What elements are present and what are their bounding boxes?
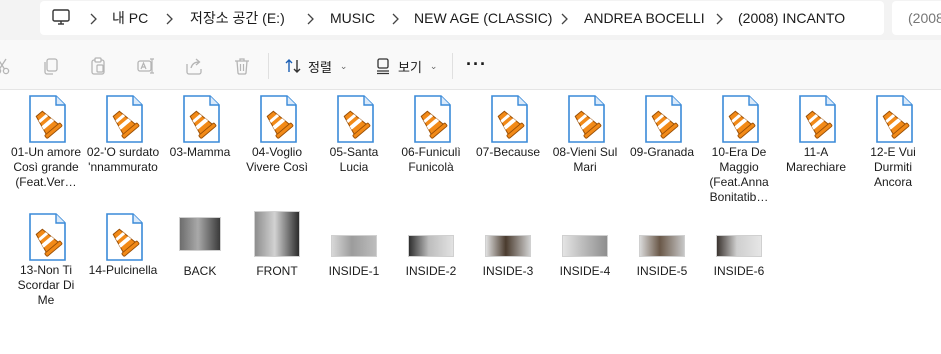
file-name-label: 14-Pulcinella [88,263,158,277]
vlc-audio-file-icon [567,95,605,143]
toolbar-divider [268,53,269,79]
image-thumbnail [408,235,454,257]
chevron-down-icon: ⌄ [429,60,438,71]
chevron-down-icon: ⌄ [339,60,348,71]
address-bar-row: 내 PC 저장소 공간 (E:) MUSIC NEW AGE (CLASSIC)… [0,0,941,40]
file-name-label: 13-Non Ti Scordar Di Me [17,263,75,307]
file-name-label: 12-E Vui Durmiti Ancora [870,145,916,189]
vlc-audio-file-icon [721,95,759,143]
file-name-label: 05-Santa Lucia [329,145,379,174]
vlc-audio-file-icon [28,213,66,261]
file-name-label: INSIDE-6 [713,264,765,278]
chevron-right-icon[interactable] [714,12,724,25]
file-name-label: 02-'O surdato 'nnammurato [86,145,160,174]
vlc-audio-file-icon [28,95,66,143]
file-grid: 01-Un amore Così grande (Feat.Ver… 02-'O… [0,91,941,354]
vlc-audio-file-icon [490,95,528,143]
file-name-label: 08-Vieni Sul Mari [552,145,618,174]
file-name-label: 06-Funiculì Funicolà [401,145,461,174]
vlc-audio-file-icon [182,95,220,143]
chevron-right-icon[interactable] [305,12,315,25]
image-thumbnail [562,235,608,257]
file-name-label: 04-Voglio Vivere Così [246,145,308,174]
file-name-label: 10-Era De Maggio (Feat.Anna Bonitatib… [709,145,769,204]
sort-button[interactable]: 정렬 ⌄ [284,51,347,81]
command-bar: 정렬 ⌄ 보기 ⌄ ··· [0,40,941,90]
file-name-label: 03-Mamma [169,145,231,159]
file-name-label: FRONT [256,264,298,278]
file-name-label: INSIDE-3 [482,264,534,278]
vlc-audio-file-icon [875,95,913,143]
share-icon[interactable] [184,56,204,76]
view-icon [374,57,392,75]
breadcrumb-incanto-2008[interactable]: (2008) INCANTO [738,10,845,26]
vlc-audio-file-icon [105,95,143,143]
breadcrumb-new-age-classic[interactable]: NEW AGE (CLASSIC) [414,10,552,26]
image-thumbnail [254,211,300,257]
rename-icon[interactable] [136,56,156,76]
chevron-right-icon[interactable] [88,12,98,25]
file-name-label: INSIDE-4 [559,264,611,278]
breadcrumb-andrea-bocelli[interactable]: ANDREA BOCELLI [584,10,705,26]
file-name-label: INSIDE-5 [636,264,688,278]
file-name-label: BACK [183,264,217,278]
file-name-label: 09-Granada [629,145,695,159]
view-button[interactable]: 보기 ⌄ [374,51,437,81]
file-name-label: 07-Because [475,145,541,159]
chevron-right-icon[interactable] [390,12,400,25]
sort-arrows-icon [284,57,302,75]
vlc-audio-file-icon [105,213,143,261]
image-thumbnail [331,235,377,257]
file-name-label: INSIDE-2 [405,264,457,278]
chevron-right-icon[interactable] [559,12,569,25]
paste-icon[interactable] [88,56,108,76]
copy-icon[interactable] [40,56,60,76]
image-thumbnail [639,235,685,257]
breadcrumb-storage-drive[interactable]: 저장소 공간 (E:) [190,10,285,26]
vlc-audio-file-icon [644,95,682,143]
file-name-label: 01-Un amore Così grande (Feat.Ver… [10,145,82,189]
vlc-audio-file-icon [798,95,836,143]
image-thumbnail [179,217,221,251]
image-thumbnail [485,235,531,257]
trash-icon[interactable] [232,56,252,76]
more-options-button[interactable]: ··· [466,55,487,73]
monitor-icon[interactable] [52,9,70,25]
breadcrumb-my-pc[interactable]: 내 PC [112,10,148,26]
vlc-audio-file-icon [336,95,374,143]
image-thumbnail [716,235,762,257]
search-input-text[interactable]: (2008 [908,10,941,26]
scissors-icon[interactable] [0,56,12,76]
file-name-label: INSIDE-1 [328,264,380,278]
toolbar-divider [452,53,453,79]
vlc-audio-file-icon [259,95,297,143]
chevron-right-icon[interactable] [164,12,174,25]
vlc-audio-file-icon [413,95,451,143]
sort-label: 정렬 [308,59,332,75]
view-label: 보기 [398,59,422,75]
breadcrumb-music[interactable]: MUSIC [330,10,375,26]
file-name-label: 11-A Marechiare [785,145,847,174]
